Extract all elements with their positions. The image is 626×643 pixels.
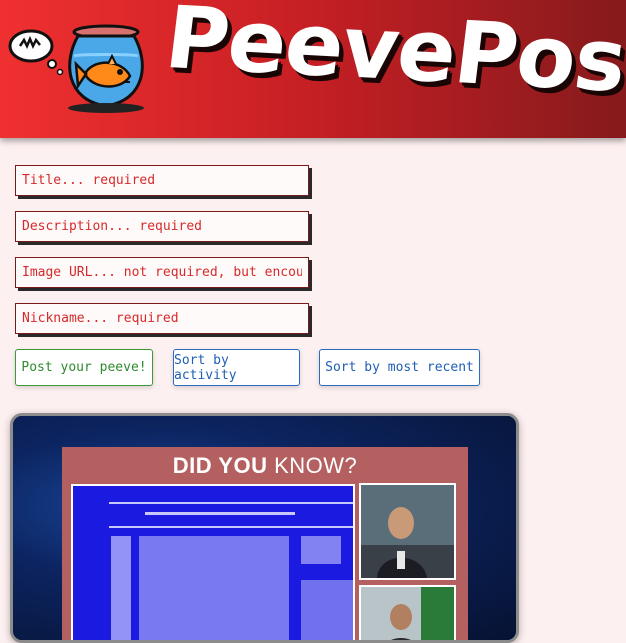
post-peeve-button[interactable]: Post your peeve! — [15, 349, 153, 386]
sort-by-activity-button[interactable]: Sort by activity — [173, 349, 300, 386]
description-input[interactable] — [15, 211, 309, 242]
sort-by-recent-button[interactable]: Sort by most recent — [319, 349, 480, 386]
thought-bubble-icon — [8, 29, 64, 76]
person-photo — [361, 485, 454, 578]
peeve-card[interactable]: DID YOU KNOW? — [10, 413, 519, 643]
image-headline: DID YOU KNOW? — [62, 453, 468, 479]
person-photo-2 — [361, 587, 454, 640]
post-image: DID YOU KNOW? — [62, 447, 468, 640]
headline-part1: DID YOU — [172, 453, 268, 478]
brand-title: PeevePost — [160, 0, 626, 114]
hex-grid-graphic — [104, 496, 353, 640]
photo-man — [359, 483, 456, 580]
fishbowl-icon — [8, 24, 144, 113]
screenshot-content — [73, 486, 353, 640]
nickname-input[interactable] — [15, 303, 309, 334]
photo-boy — [359, 585, 456, 640]
logo — [8, 22, 153, 114]
screenshot-panel — [71, 484, 355, 640]
image-url-input[interactable] — [15, 257, 309, 288]
title-input[interactable] — [15, 165, 309, 196]
app-header: PeevePost — [0, 0, 626, 138]
headline-part2: KNOW? — [274, 453, 358, 478]
